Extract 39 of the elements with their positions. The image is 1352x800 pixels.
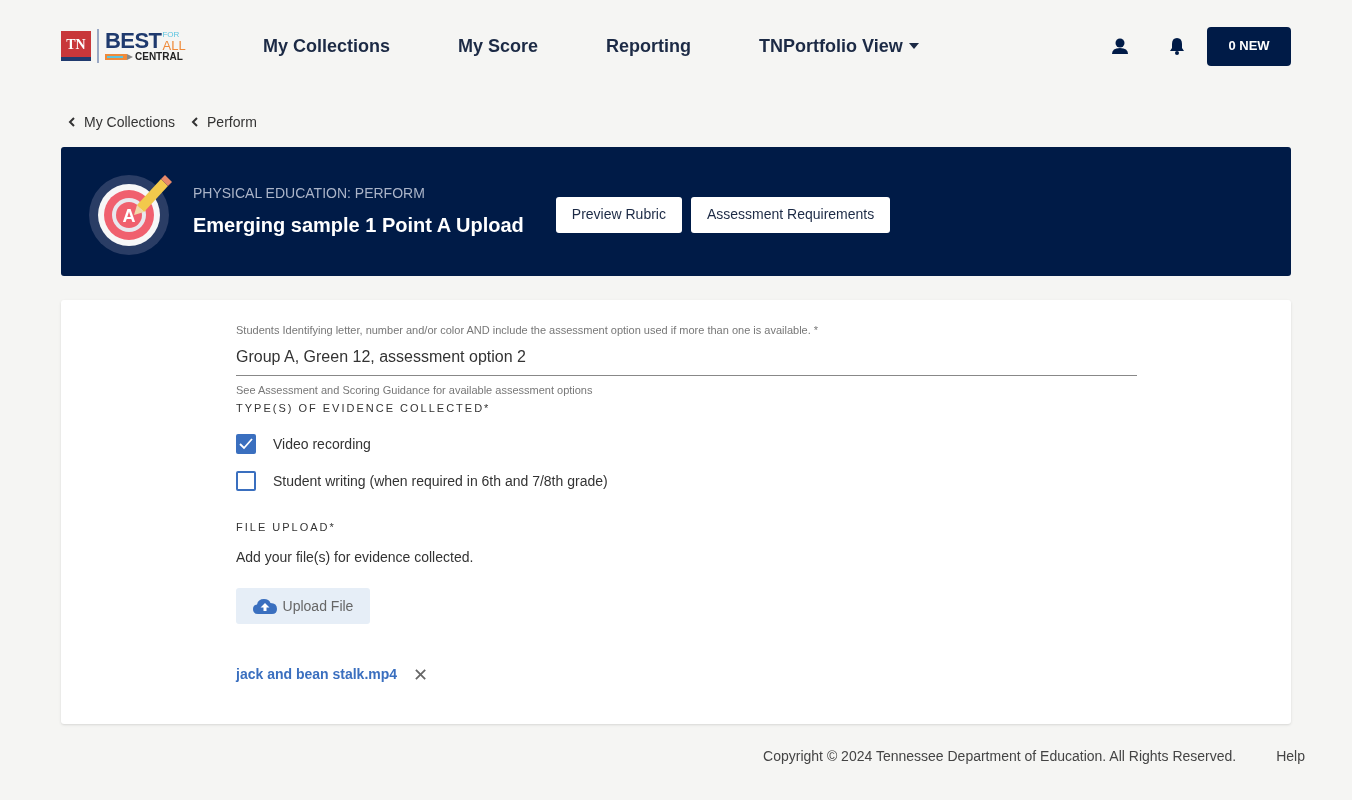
chevron-left-icon xyxy=(191,117,199,127)
breadcrumb-link[interactable]: Perform xyxy=(207,111,257,133)
nav-link[interactable]: TNPortfolio View xyxy=(725,32,953,60)
nav-link[interactable]: My Collections xyxy=(263,32,425,60)
pencil-icon xyxy=(105,54,133,60)
nav-link[interactable]: Reporting xyxy=(572,32,726,60)
state-badge: TN xyxy=(61,31,91,61)
category-label: PHYSICAL EDUCATION: PERFORM xyxy=(193,184,426,203)
remove-button[interactable]: ✕ xyxy=(413,665,429,684)
header-button[interactable]: Assessment Requirements xyxy=(690,196,891,233)
header-button[interactable]: Preview Rubric xyxy=(555,196,682,233)
field-value: Group A, Green 12, assessment option 2 xyxy=(236,346,527,367)
checkbox-label: Video recording xyxy=(273,434,371,454)
chevron-left-icon xyxy=(68,117,75,127)
section-heading: TYPE(S) OF EVIDENCE COLLECTED* xyxy=(236,401,492,416)
logo-word: CENTRAL xyxy=(135,52,183,62)
caret-icon xyxy=(908,43,919,49)
checkbox-label: Student writing (when required in 6th and 7/8th grade) xyxy=(273,471,608,491)
help-link[interactable]: Help xyxy=(1276,746,1305,767)
logo-word: BEST xyxy=(105,30,162,52)
logo-word: FOR xyxy=(162,31,181,39)
breadcrumb-link[interactable]: My Collections xyxy=(84,111,176,133)
cloud-upload-icon xyxy=(252,598,277,614)
upload-instructions: Add your file(s) for evidence collected. xyxy=(236,548,475,567)
copyright-text: Copyright © 2024 Tennessee Department of Education. All Rights Reserved. xyxy=(763,747,1237,766)
section-heading: FILE UPLOAD* xyxy=(236,519,337,535)
page-title: Emerging sample 1 Point A Upload xyxy=(193,213,524,238)
bell-icon[interactable] xyxy=(1169,37,1185,55)
student-field[interactable]: Students Identifying letter, number and/or color AND include the assessment option used if more than one is available. * Group A, Green 12, assessment option 2 xyxy=(236,322,1137,376)
checkbox[interactable] xyxy=(236,471,256,491)
logo-word: ALL xyxy=(162,39,186,52)
upload-button[interactable]: Upload File xyxy=(236,588,370,624)
nav-link[interactable]: My Score xyxy=(424,32,573,60)
field-label: Students Identifying letter, number and/or color AND include the assessment option used if more than one is available. * xyxy=(236,323,820,338)
file-link[interactable]: jack and bean stalk.mp4 xyxy=(236,664,398,685)
notifications-button[interactable]: 0 NEW xyxy=(1207,26,1291,66)
field-hint: See Assessment and Scoring Guidance for available assessment options xyxy=(236,382,594,398)
checkbox[interactable] xyxy=(236,434,256,454)
user-icon[interactable] xyxy=(1111,38,1129,54)
